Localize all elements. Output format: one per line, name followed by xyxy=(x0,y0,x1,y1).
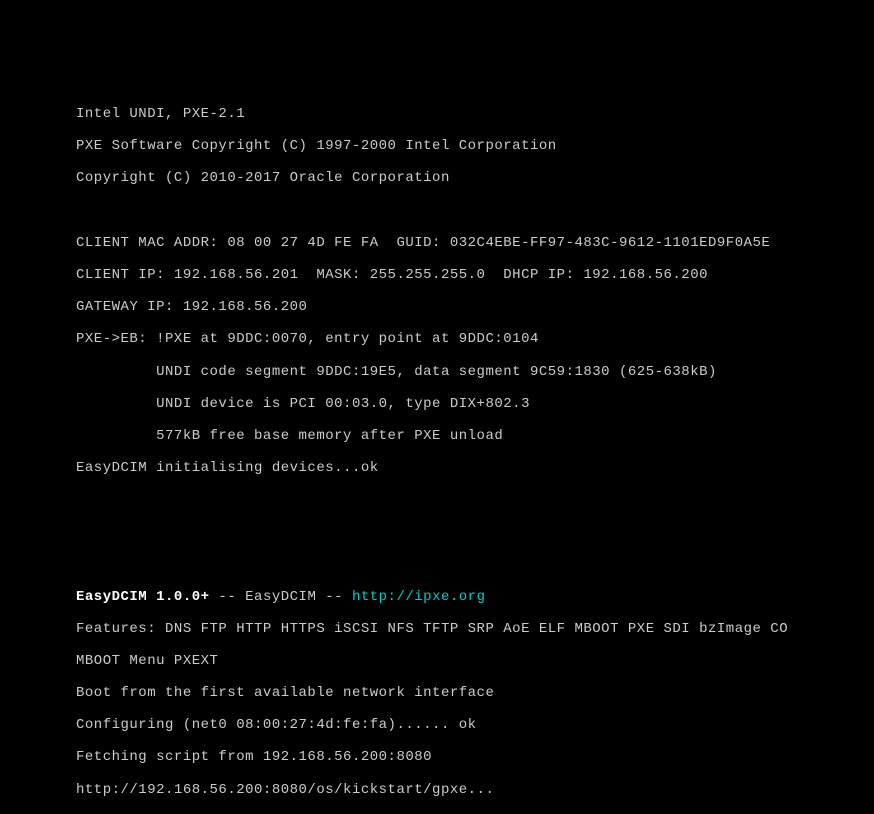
text-line: PXE Software Copyright (C) 1997-2000 Int… xyxy=(76,138,874,154)
text-line: Features: DNS FTP HTTP HTTPS iSCSI NFS T… xyxy=(76,621,874,637)
text-line: Intel UNDI, PXE-2.1 xyxy=(76,106,874,122)
text-line: Configuring (net0 08:00:27:4d:fe:fa)....… xyxy=(76,717,874,733)
text-line: MBOOT Menu PXEXT xyxy=(76,653,874,669)
text-line: Fetching script from 192.168.56.200:8080 xyxy=(76,749,874,765)
blank-line xyxy=(76,492,874,508)
blank-line xyxy=(76,524,874,540)
blank-line xyxy=(76,556,874,572)
banner-separator: -- EasyDCIM -- xyxy=(210,589,352,605)
text-line: CLIENT IP: 192.168.56.201 MASK: 255.255.… xyxy=(76,267,874,283)
text-line: EasyDCIM initialising devices...ok xyxy=(76,460,874,476)
text-line: 577kB free base memory after PXE unload xyxy=(76,428,874,444)
text-line: PXE->EB: !PXE at 9DDC:0070, entry point … xyxy=(76,331,874,347)
text-line: UNDI device is PCI 00:03.0, type DIX+802… xyxy=(76,396,874,412)
banner-url: http://ipxe.org xyxy=(352,589,486,605)
banner-title: EasyDCIM 1.0.0+ xyxy=(76,589,210,605)
boot-terminal: Intel UNDI, PXE-2.1 PXE Software Copyrig… xyxy=(0,0,874,814)
blank-line xyxy=(76,203,874,219)
text-line: CLIENT MAC ADDR: 08 00 27 4D FE FA GUID:… xyxy=(76,235,874,251)
banner-line: EasyDCIM 1.0.0+ -- EasyDCIM -- http://ip… xyxy=(76,589,874,605)
text-line: Copyright (C) 2010-2017 Oracle Corporati… xyxy=(76,170,874,186)
text-line: Boot from the first available network in… xyxy=(76,685,874,701)
text-line: GATEWAY IP: 192.168.56.200 xyxy=(76,299,874,315)
text-line: http://192.168.56.200:8080/os/kickstart/… xyxy=(76,782,874,798)
text-line: UNDI code segment 9DDC:19E5, data segmen… xyxy=(76,364,874,380)
